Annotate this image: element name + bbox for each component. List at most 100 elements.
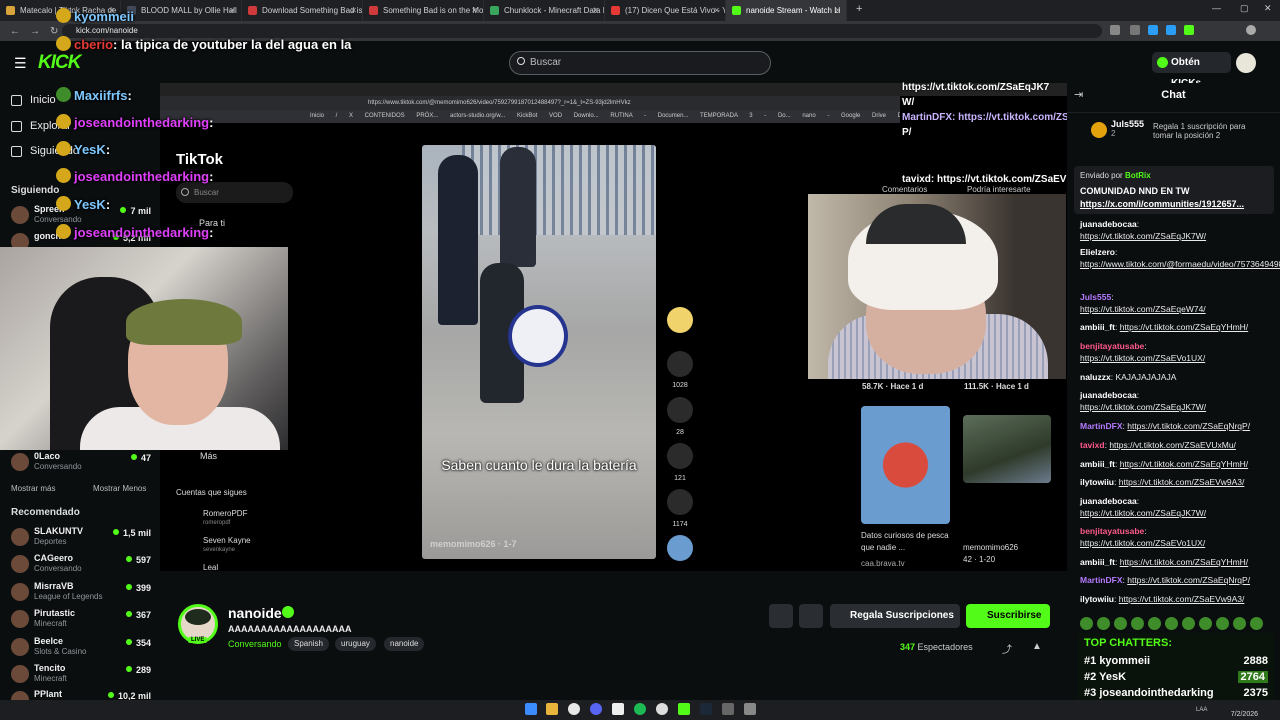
emote-icon[interactable]: [1182, 617, 1195, 630]
tab-favicon-icon: [248, 6, 257, 15]
spotify-icon[interactable]: [634, 703, 646, 715]
discord-icon[interactable]: [590, 703, 602, 715]
get-kicks-button[interactable]: Obtén KICKs: [1152, 52, 1231, 89]
user-avatar[interactable]: [1236, 53, 1256, 73]
browser-tab[interactable]: BLOOD MALL by Ollie Hall ✕: [121, 0, 242, 21]
show-less-link[interactable]: Mostrar Menos: [93, 484, 146, 493]
tag-uruguay[interactable]: uruguay: [335, 637, 376, 651]
extension-icon[interactable]: [1130, 25, 1140, 35]
sidebar-channel[interactable]: PPlant 10,2 mil: [11, 689, 151, 700]
forward-icon[interactable]: →: [30, 26, 40, 37]
tab-close-icon[interactable]: ✕: [592, 6, 599, 15]
minimize-icon[interactable]: —: [1212, 3, 1221, 13]
viewer-count: 347 Espectadores: [900, 642, 973, 652]
extension-icon[interactable]: [1184, 25, 1194, 35]
tiktok-logo: TikTok: [176, 151, 223, 168]
kick-app-icon[interactable]: [678, 703, 690, 715]
language-indicator[interactable]: LAA: [1196, 707, 1207, 713]
avatar: [11, 453, 29, 471]
chrome-icon[interactable]: [568, 703, 580, 715]
subscribe-button[interactable]: Suscribirse: [966, 604, 1050, 628]
tag-spanish[interactable]: Spanish: [288, 637, 329, 651]
extension-icon[interactable]: [1110, 25, 1120, 35]
collapse-chat-icon[interactable]: ⇥: [1074, 88, 1083, 101]
file-explorer-icon[interactable]: [546, 703, 558, 715]
menu-icon[interactable]: ☰: [14, 55, 27, 72]
sidebar-nav-home[interactable]: Inicio: [11, 94, 56, 106]
steam-icon[interactable]: [700, 703, 712, 715]
tab-close-icon[interactable]: ✕: [350, 6, 357, 15]
kick-logo[interactable]: KICK: [38, 52, 81, 74]
tab-close-icon[interactable]: ✕: [471, 6, 478, 15]
search-input[interactable]: Buscar: [509, 51, 771, 75]
emote-icon[interactable]: [1097, 617, 1110, 630]
sidebar-channel[interactable]: Pirutastic Minecraft 367: [11, 608, 151, 630]
close-window-icon[interactable]: ✕: [1264, 3, 1272, 14]
sidebar-channel[interactable]: CAGeero Conversando 597: [11, 553, 151, 575]
app-icon[interactable]: [612, 703, 624, 715]
stream-title: AAAAAAAAAAAAAAAAAAA: [228, 624, 352, 634]
reload-icon[interactable]: ↻: [50, 26, 58, 37]
tiktok-account: Seven Kayne: [203, 536, 251, 545]
chat-message: Juls555: https://vt.tiktok.com/ZSaEqeW74/: [1080, 292, 1206, 314]
overlay-chat-message: joseandointhedarking:: [56, 114, 213, 130]
emote-icon[interactable]: [1250, 617, 1263, 630]
tab-close-icon[interactable]: ✕: [834, 6, 841, 15]
emote-icon[interactable]: [1131, 617, 1144, 630]
cam-hat: [126, 299, 242, 345]
tag-nanoide[interactable]: nanoide: [384, 637, 425, 651]
share-icon[interactable]: ⤴: [1002, 641, 1012, 656]
windows-start-icon[interactable]: [525, 703, 537, 715]
stream-category[interactable]: Conversando: [228, 639, 282, 649]
overlay-chat-message: YesK:: [56, 196, 110, 212]
chat-message: naluzzx: KAJAJAJAJAJA: [1080, 372, 1177, 382]
tab-close-icon[interactable]: ✕: [713, 6, 720, 15]
like-icon: [667, 351, 693, 377]
obs-icon[interactable]: [656, 703, 668, 715]
back-icon[interactable]: ←: [10, 26, 20, 37]
tiktok-video: [422, 145, 656, 559]
app-icon[interactable]: [744, 703, 756, 715]
system-clock[interactable]: 7/2/2026: [1218, 703, 1258, 719]
tiktok-tab-comments: Comentarios: [882, 185, 928, 194]
tiktok-account-handle: sevenkayne: [203, 547, 236, 553]
emote-icon[interactable]: [1114, 617, 1127, 630]
emote-icon[interactable]: [1165, 617, 1178, 630]
chat-message: benjitayatusabe: https://vt.tiktok.com/ZS…: [1080, 341, 1206, 363]
profile-icon[interactable]: [1246, 25, 1256, 35]
browser-tab[interactable]: Something Bad is on the Moon ✕: [363, 0, 484, 21]
browser-tab-active[interactable]: nanoide Stream - Watch Li ✕: [726, 0, 847, 21]
pinned-message[interactable]: Enviado por BotRix COMUNIDAD NND EN TW h…: [1074, 166, 1274, 214]
sidebar-channel[interactable]: MisrraVB League of Legends 399: [11, 581, 151, 603]
maximize-icon[interactable]: ▢: [1240, 3, 1249, 14]
report-icon[interactable]: ▲: [1032, 641, 1042, 652]
emote-icon[interactable]: [1148, 617, 1161, 630]
emote-icon[interactable]: [1216, 617, 1229, 630]
emote-icon[interactable]: [1199, 617, 1212, 630]
share-icon: [667, 489, 693, 515]
browser-tab[interactable]: Download Something Bad is on ✕: [242, 0, 363, 21]
sidebar-channel[interactable]: SLAKUNTV Deportes 1,5 mil: [11, 526, 151, 548]
streamer-name[interactable]: nanoide: [228, 605, 282, 621]
notification-bell-button[interactable]: [769, 604, 793, 628]
sidebar-channel[interactable]: 0Laco Conversando 47: [11, 451, 151, 473]
sidebar-channel[interactable]: Beelce Slots & Casino 354: [11, 636, 151, 658]
emote-icon[interactable]: [1080, 617, 1093, 630]
new-tab-icon[interactable]: +: [856, 3, 862, 15]
follow-heart-button[interactable]: [799, 604, 823, 628]
browser-tab[interactable]: Chunklock - Minecraft Data Pa ✕: [484, 0, 605, 21]
emote-bar[interactable]: [1080, 617, 1265, 633]
tab-close-icon[interactable]: ✕: [229, 6, 236, 15]
extension-icon[interactable]: [1148, 25, 1158, 35]
chat-message: ambiii_ft: https://vt.tiktok.com/ZSaEqYH…: [1080, 557, 1249, 567]
show-more-link[interactable]: Mostrar más: [11, 484, 55, 493]
browser-tab[interactable]: (17) Dicen Que Está Vivo - YouT✕: [605, 0, 726, 21]
gift-subs-button[interactable]: Regala Suscripciones: [830, 604, 960, 628]
app-icon[interactable]: [722, 703, 734, 715]
sidebar-channel[interactable]: Tencito Minecraft 289: [11, 663, 151, 685]
cam-headphones: [866, 204, 966, 244]
overlay-chat-link: W/: [902, 97, 915, 108]
extension-icon[interactable]: [1166, 25, 1176, 35]
overlay-chat-link: tavixd: https://vt.tiktok.com/ZSaEVUx: [902, 174, 1080, 185]
emote-icon[interactable]: [1233, 617, 1246, 630]
